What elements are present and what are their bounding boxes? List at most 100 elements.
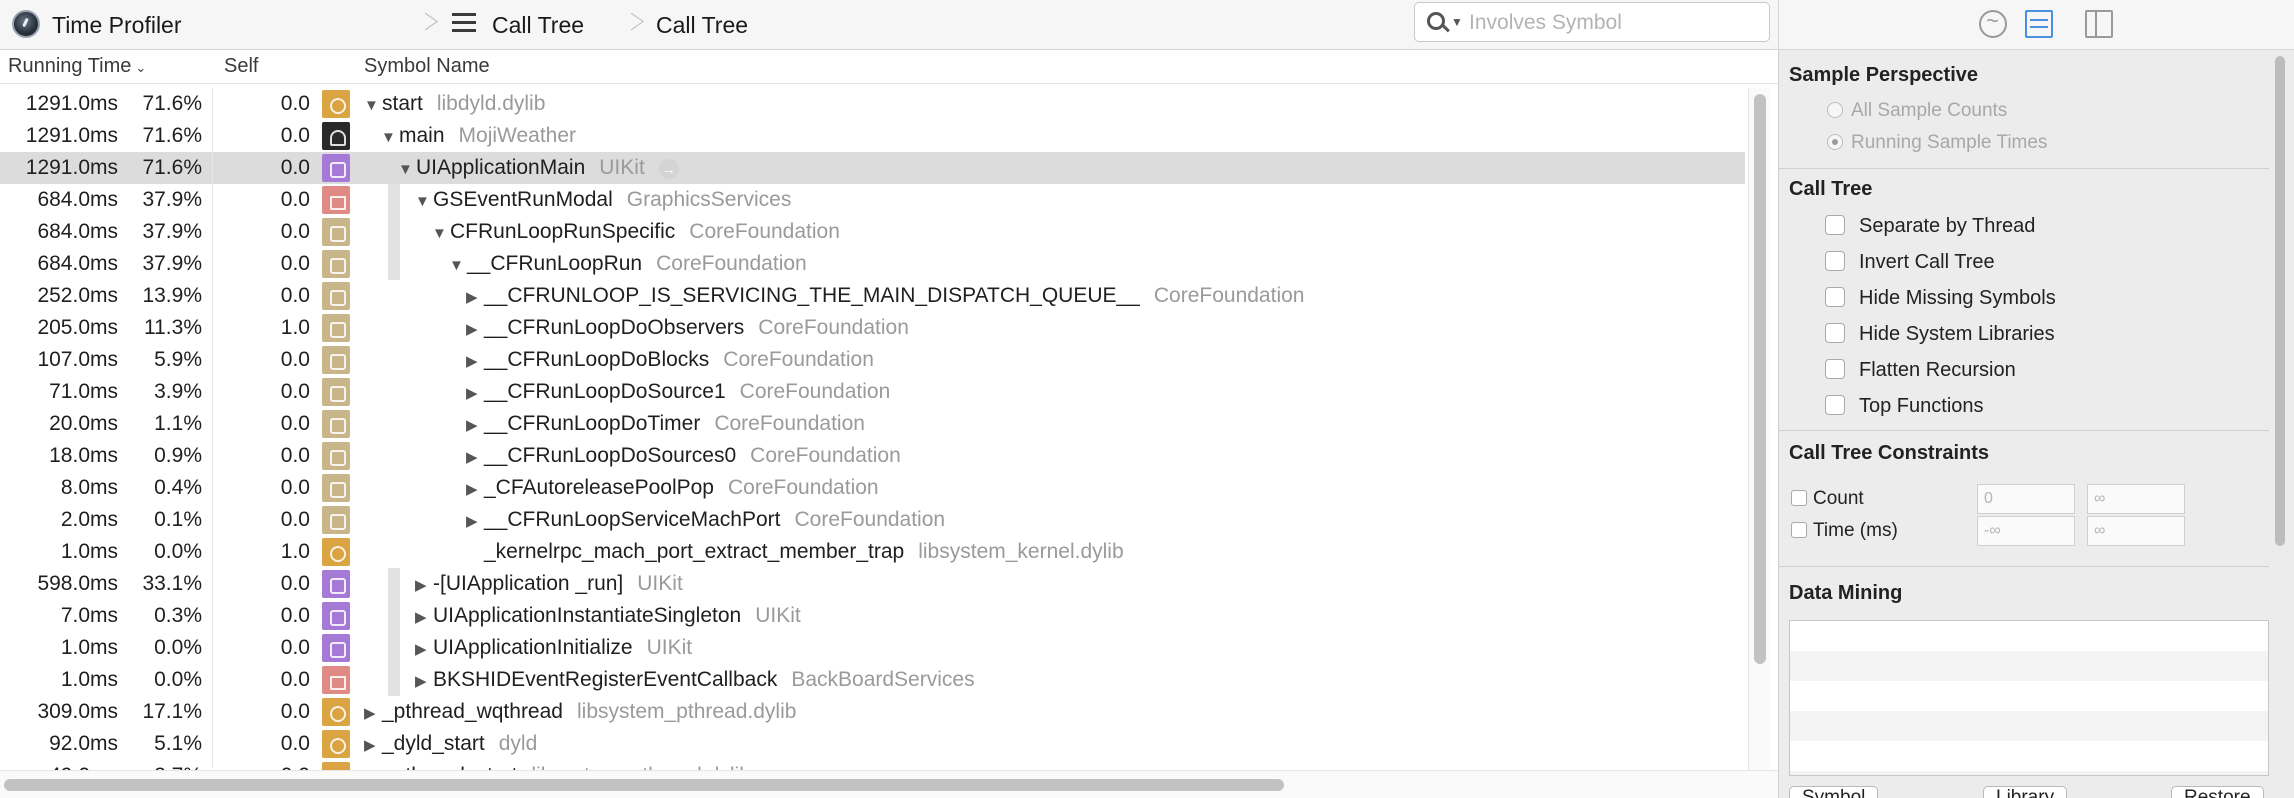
- checkbox-separate-by-thread[interactable]: Separate by Thread: [1825, 215, 2035, 238]
- inspector-scrollbar[interactable]: [2273, 56, 2287, 786]
- vertical-scrollbar[interactable]: [1748, 88, 1770, 770]
- table-row[interactable]: 684.0ms 37.9% 0.0 ▼ CFRunLoopRunSpecific Core…: [0, 216, 1745, 248]
- library-button[interactable]: Library: [1983, 786, 2068, 798]
- display-settings-icon[interactable]: [2025, 10, 2053, 38]
- checkbox-hide-missing-symbols[interactable]: Hide Missing Symbols: [1825, 287, 2056, 310]
- table-row[interactable]: 1.0ms 0.0% 0.0 ▶ BKSHIDEventRegisterEventCal…: [0, 664, 1745, 696]
- table-row[interactable]: 1.0ms 0.0% 0.0 ▶ UIApplicationInitialize UIKi…: [0, 632, 1745, 664]
- instrument-title[interactable]: Time Profiler: [52, 12, 182, 39]
- table-row[interactable]: 92.0ms 5.1% 0.0 ▶ _dyld_start dyld: [0, 728, 1745, 760]
- disclosure-expanded-icon[interactable]: ▼: [381, 129, 399, 146]
- disclosure-collapsed-icon[interactable]: ▶: [415, 576, 433, 594]
- horizontal-scrollbar[interactable]: [0, 770, 1778, 798]
- table-row[interactable]: 18.0ms 0.9% 0.0 ▶ __CFRunLoopDoSources0 CoreF…: [0, 440, 1745, 472]
- data-mining-list[interactable]: [1789, 620, 2269, 776]
- disclosure-collapsed-icon[interactable]: ▶: [466, 384, 484, 402]
- time-max-field[interactable]: ∞: [2087, 516, 2185, 546]
- checkbox-hide-system-libraries[interactable]: Hide System Libraries: [1825, 323, 2055, 346]
- table-row[interactable]: 2.0ms 0.1% 0.0 ▶ __CFRunLoopServiceMachPort C…: [0, 504, 1745, 536]
- table-row[interactable]: 20.0ms 1.1% 0.0 ▶ __CFRunLoopDoTimer CoreFoun…: [0, 408, 1745, 440]
- call-tree-table[interactable]: 1291.0ms 71.6% 0.0 ▼ start libdyld.dylib 1291.…: [0, 88, 1745, 770]
- symbol-cell[interactable]: ▶ _CFAutoreleasePoolPop CoreFoundation: [466, 476, 879, 500]
- scrollbar-thumb[interactable]: [4, 779, 1284, 791]
- symbol-button[interactable]: Symbol: [1789, 786, 1879, 798]
- symbol-cell[interactable]: _kernelrpc_mach_port_extract_member_trap…: [484, 540, 1124, 564]
- disclosure-collapsed-icon[interactable]: ▶: [364, 704, 382, 722]
- symbol-cell[interactable]: ▼ start libdyld.dylib: [364, 92, 545, 116]
- symbol-cell[interactable]: ▶ __CFRunLoopDoTimer CoreFoundation: [466, 412, 865, 436]
- disclosure-collapsed-icon[interactable]: ▶: [466, 352, 484, 370]
- disclosure-collapsed-icon[interactable]: ▶: [466, 512, 484, 530]
- checkbox-top-functions[interactable]: Top Functions: [1825, 395, 1984, 418]
- table-row[interactable]: 7.0ms 0.3% 0.0 ▶ UIApplicationInstantiateSin…: [0, 600, 1745, 632]
- symbol-cell[interactable]: ▶ _pthread_wqthread libsystem_pthread.dyli…: [364, 700, 796, 724]
- symbol-cell[interactable]: ▶ __CFRunLoopDoObservers CoreFoundation: [466, 316, 909, 340]
- table-row[interactable]: 1291.0ms 71.6% 0.0 ▼ main MojiWeather: [0, 120, 1745, 152]
- column-symbol-name[interactable]: Symbol Name: [364, 55, 490, 78]
- table-row[interactable]: 1291.0ms 71.6% 0.0 ▼ UIApplicationMain UIKit →: [0, 152, 1745, 184]
- disclosure-collapsed-icon[interactable]: ▶: [466, 288, 484, 306]
- checkbox-invert-call-tree[interactable]: Invert Call Tree: [1825, 251, 1995, 274]
- radio-running-sample-times[interactable]: Running Sample Times: [1827, 132, 2047, 154]
- symbol-cell[interactable]: ▶ UIApplicationInstantiateSingleton UIKit: [415, 604, 801, 628]
- symbol-cell[interactable]: ▶ __CFRUNLOOP_IS_SERVICING_THE_MAIN_DISPA…: [466, 284, 1304, 308]
- count-min-field[interactable]: 0: [1977, 484, 2075, 514]
- symbol-cell[interactable]: ▼ UIApplicationMain UIKit →: [398, 156, 679, 180]
- symbol-cell[interactable]: ▼ GSEventRunModal GraphicsServices: [415, 188, 791, 212]
- scrollbar-thumb[interactable]: [1754, 94, 1766, 664]
- extended-detail-icon[interactable]: [2085, 10, 2113, 38]
- column-self[interactable]: Self: [224, 55, 258, 78]
- search-icon[interactable]: [1427, 12, 1445, 30]
- checkbox-count[interactable]: Count: [1791, 488, 1864, 510]
- symbol-cell[interactable]: ▼ CFRunLoopRunSpecific CoreFoundation: [432, 220, 840, 244]
- table-row[interactable]: 252.0ms 13.9% 0.0 ▶ __CFRUNLOOP_IS_SERVICING…: [0, 280, 1745, 312]
- table-row[interactable]: 49.0ms2.7%0.0▶_pthread_startlibsystem_pt…: [0, 760, 1745, 770]
- breadcrumb-call-tree[interactable]: Call Tree: [492, 12, 584, 39]
- go-to-source-icon[interactable]: →: [658, 159, 679, 179]
- column-running-time[interactable]: Running Time ⌄: [8, 55, 146, 78]
- disclosure-collapsed-icon[interactable]: ▶: [466, 448, 484, 466]
- disclosure-expanded-icon[interactable]: ▼: [449, 257, 467, 274]
- count-max-field[interactable]: ∞: [2087, 484, 2185, 514]
- table-row[interactable]: 205.0ms 11.3% 1.0 ▶ __CFRunLoopDoObservers Co…: [0, 312, 1745, 344]
- disclosure-collapsed-icon[interactable]: ▶: [415, 672, 433, 690]
- table-row[interactable]: 8.0ms 0.4% 0.0 ▶ _CFAutoreleasePoolPop CoreFo…: [0, 472, 1745, 504]
- symbol-cell[interactable]: ▶ BKSHIDEventRegisterEventCallback BackBoa…: [415, 668, 975, 692]
- symbol-cell[interactable]: ▶ -[UIApplication _run] UIKit: [415, 572, 683, 596]
- disclosure-collapsed-icon[interactable]: ▶: [415, 608, 433, 626]
- checkbox-time-ms[interactable]: Time (ms): [1791, 520, 1898, 542]
- disclosure-expanded-icon[interactable]: ▼: [364, 97, 382, 114]
- chevron-down-icon[interactable]: ▼: [1451, 15, 1463, 29]
- symbol-cell[interactable]: ▶ UIApplicationInitialize UIKit: [415, 636, 692, 660]
- table-row[interactable]: 598.0ms 33.1% 0.0 ▶ -[UIApplication _run] UIK…: [0, 568, 1745, 600]
- radio-all-sample-counts[interactable]: All Sample Counts: [1827, 100, 2007, 122]
- disclosure-collapsed-icon[interactable]: ▶: [415, 640, 433, 658]
- disclosure-collapsed-icon[interactable]: ▶: [364, 736, 382, 754]
- symbol-cell[interactable]: ▶ __CFRunLoopDoSources0 CoreFoundation: [466, 444, 901, 468]
- scrollbar-thumb[interactable]: [2275, 56, 2285, 546]
- symbol-cell[interactable]: ▼ main MojiWeather: [381, 124, 576, 148]
- table-row[interactable]: 71.0ms 3.9% 0.0 ▶ __CFRunLoopDoSource1 CoreFo…: [0, 376, 1745, 408]
- table-row[interactable]: 1.0ms 0.0% 1.0 _kernelrpc_mach_port_extract…: [0, 536, 1745, 568]
- table-row[interactable]: 309.0ms 17.1% 0.0 ▶ _pthread_wqthread libsyst…: [0, 696, 1745, 728]
- symbol-cell[interactable]: ▶ __CFRunLoopDoBlocks CoreFoundation: [466, 348, 874, 372]
- symbol-cell[interactable]: ▶ __CFRunLoopServiceMachPort CoreFoundatio…: [466, 508, 945, 532]
- symbol-cell[interactable]: ▶ __CFRunLoopDoSource1 CoreFoundation: [466, 380, 890, 404]
- time-min-field[interactable]: -∞: [1977, 516, 2075, 546]
- disclosure-expanded-icon[interactable]: ▼: [415, 193, 433, 210]
- restore-button[interactable]: Restore: [2171, 786, 2264, 798]
- symbol-cell[interactable]: ▼ __CFRunLoopRun CoreFoundation: [449, 252, 807, 276]
- symbol-cell[interactable]: ▶ _dyld_start dyld: [364, 732, 537, 756]
- disclosure-expanded-icon[interactable]: ▼: [432, 225, 450, 242]
- checkbox-flatten-recursion[interactable]: Flatten Recursion: [1825, 359, 2016, 382]
- disclosure-collapsed-icon[interactable]: ▶: [466, 416, 484, 434]
- disclosure-collapsed-icon[interactable]: ▶: [466, 320, 484, 338]
- table-row[interactable]: 684.0ms 37.9% 0.0 ▼ __CFRunLoopRun CoreFounda…: [0, 248, 1745, 280]
- table-row[interactable]: 107.0ms 5.9% 0.0 ▶ __CFRunLoopDoBlocks CoreFo…: [0, 344, 1745, 376]
- disclosure-collapsed-icon[interactable]: ▶: [466, 480, 484, 498]
- search-box[interactable]: ▼: [1414, 2, 1770, 42]
- disclosure-expanded-icon[interactable]: ▼: [398, 161, 416, 178]
- breadcrumb-call-tree-current[interactable]: Call Tree: [656, 12, 748, 39]
- search-input[interactable]: [1469, 10, 1759, 36]
- record-settings-icon[interactable]: [1979, 8, 2007, 38]
